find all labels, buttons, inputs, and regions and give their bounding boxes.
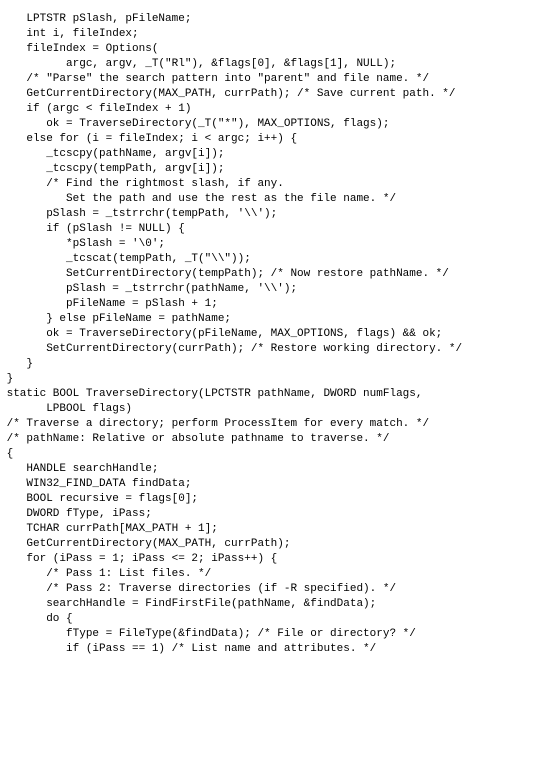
code-line: LPBOOL flags) [0, 402, 553, 417]
code-line: do { [0, 612, 553, 627]
code-line: if (iPass == 1) /* List name and attribu… [0, 642, 553, 657]
code-line: LPTSTR pSlash, pFileName; [0, 12, 553, 27]
code-line: /* Pass 1: List files. */ [0, 567, 553, 582]
code-line: /* "Parse" the search pattern into "pare… [0, 72, 553, 87]
code-line: searchHandle = FindFirstFile(pathName, &… [0, 597, 553, 612]
code-line: GetCurrentDirectory(MAX_PATH, currPath);… [0, 87, 553, 102]
code-line: } [0, 372, 553, 387]
code-line: /* Traverse a directory; perform Process… [0, 417, 553, 432]
code-line: fType = FileType(&findData); /* File or … [0, 627, 553, 642]
code-line: for (iPass = 1; iPass <= 2; iPass++) { [0, 552, 553, 567]
code-line: if (pSlash != NULL) { [0, 222, 553, 237]
code-line: BOOL recursive = flags[0]; [0, 492, 553, 507]
code-line: TCHAR currPath[MAX_PATH + 1]; [0, 522, 553, 537]
code-line: } else pFileName = pathName; [0, 312, 553, 327]
code-line: static BOOL TraverseDirectory(LPCTSTR pa… [0, 387, 553, 402]
code-line: { [0, 447, 553, 462]
code-line: int i, fileIndex; [0, 27, 553, 42]
code-line: HANDLE searchHandle; [0, 462, 553, 477]
code-listing: LPTSTR pSlash, pFileName; int i, fileInd… [0, 0, 553, 669]
code-line: _tcscpy(pathName, argv[i]); [0, 147, 553, 162]
code-line: WIN32_FIND_DATA findData; [0, 477, 553, 492]
code-line: ok = TraverseDirectory(_T("*"), MAX_OPTI… [0, 117, 553, 132]
code-line: DWORD fType, iPass; [0, 507, 553, 522]
code-line: ok = TraverseDirectory(pFileName, MAX_OP… [0, 327, 553, 342]
code-line: } [0, 357, 553, 372]
code-line: fileIndex = Options( [0, 42, 553, 57]
code-line: if (argc < fileIndex + 1) [0, 102, 553, 117]
code-line: Set the path and use the rest as the fil… [0, 192, 553, 207]
code-line: pFileName = pSlash + 1; [0, 297, 553, 312]
code-line: GetCurrentDirectory(MAX_PATH, currPath); [0, 537, 553, 552]
code-line: else for (i = fileIndex; i < argc; i++) … [0, 132, 553, 147]
code-line: *pSlash = '\0'; [0, 237, 553, 252]
code-line: /* Pass 2: Traverse directories (if -R s… [0, 582, 553, 597]
code-line: /* Find the rightmost slash, if any. [0, 177, 553, 192]
code-line: /* pathName: Relative or absolute pathna… [0, 432, 553, 447]
code-line: SetCurrentDirectory(tempPath); /* Now re… [0, 267, 553, 282]
code-line: pSlash = _tstrrchr(pathName, '\\'); [0, 282, 553, 297]
code-line: pSlash = _tstrrchr(tempPath, '\\'); [0, 207, 553, 222]
code-line: _tcscat(tempPath, _T("\\")); [0, 252, 553, 267]
code-line: _tcscpy(tempPath, argv[i]); [0, 162, 553, 177]
code-line: SetCurrentDirectory(currPath); /* Restor… [0, 342, 553, 357]
code-line: argc, argv, _T("Rl"), &flags[0], &flags[… [0, 57, 553, 72]
